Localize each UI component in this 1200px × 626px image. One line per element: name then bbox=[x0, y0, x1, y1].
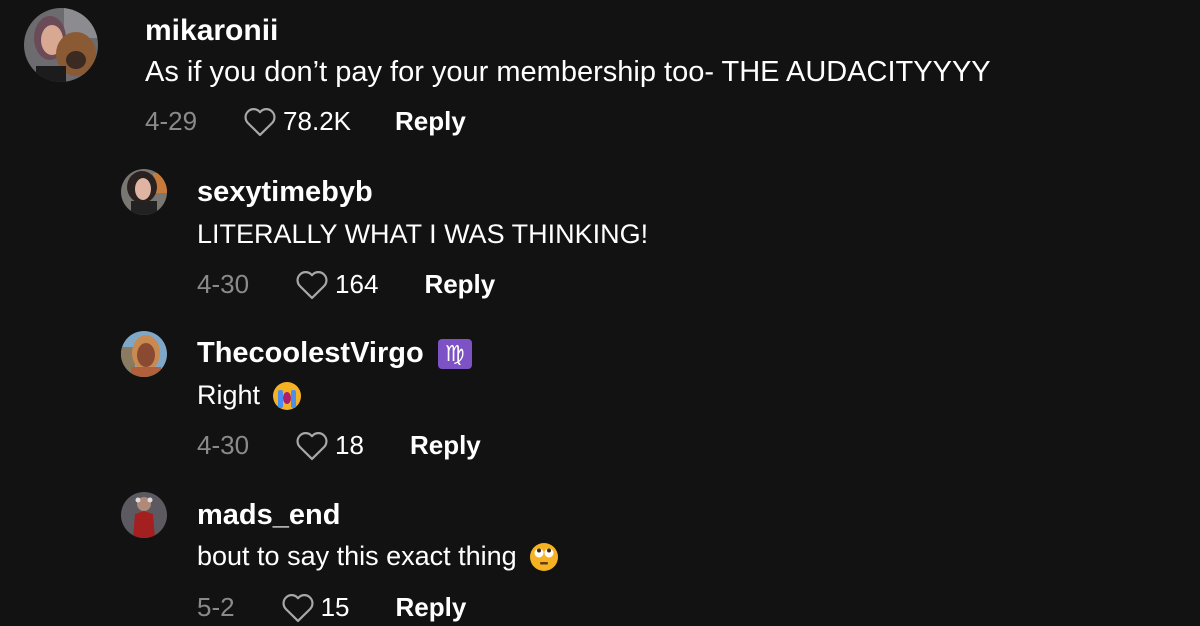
avatar[interactable] bbox=[121, 169, 167, 215]
username[interactable]: sexytimebyb bbox=[197, 176, 373, 209]
reply-button[interactable]: Reply bbox=[395, 106, 466, 137]
comment-meta: 4-29 78.2K Reply bbox=[145, 106, 466, 137]
comment-meta: 4-30 164 Reply bbox=[197, 269, 495, 300]
comment-meta: 5-2 15 Reply bbox=[197, 592, 466, 623]
comment-text-content: bout to say this exact thing bbox=[197, 541, 517, 571]
like-button[interactable]: 164 bbox=[295, 269, 424, 300]
virgo-zodiac-icon: ♍ bbox=[437, 338, 472, 369]
reply-button[interactable]: Reply bbox=[424, 269, 495, 300]
avatar-woman-selfie-icon bbox=[121, 331, 167, 377]
comment-text: bout to say this exact thing bbox=[197, 541, 559, 572]
comment-text-content: Right bbox=[197, 380, 261, 410]
like-count: 18 bbox=[335, 430, 364, 460]
like-button[interactable]: 18 bbox=[295, 430, 410, 461]
avatar[interactable] bbox=[121, 492, 167, 538]
reply-button[interactable]: Reply bbox=[410, 430, 481, 461]
username-text: ThecoolestVirgo bbox=[197, 337, 424, 369]
avatar-figure-red-jacket-icon bbox=[121, 492, 167, 538]
comment-date: 4-29 bbox=[145, 106, 198, 136]
like-button[interactable]: 15 bbox=[281, 592, 396, 623]
comment-text: As if you don’t pay for your membership … bbox=[145, 56, 991, 88]
heart-icon bbox=[296, 431, 328, 460]
like-count: 15 bbox=[320, 592, 350, 622]
loudly-crying-face-icon bbox=[273, 381, 302, 410]
comment-date: 4-30 bbox=[197, 269, 250, 299]
comment-text: LITERALLY WHAT I WAS THINKING! bbox=[197, 219, 649, 249]
heart-icon bbox=[296, 270, 328, 299]
username[interactable]: mads_end bbox=[197, 499, 340, 532]
comment-meta: 4-30 18 Reply bbox=[197, 430, 481, 461]
like-count: 164 bbox=[335, 269, 379, 299]
avatar-woman-with-dog-icon bbox=[24, 8, 98, 82]
like-count: 78.2K bbox=[283, 106, 351, 136]
comment-text: Right bbox=[197, 380, 302, 411]
like-button[interactable]: 78.2K bbox=[243, 106, 395, 137]
avatar[interactable] bbox=[24, 8, 98, 82]
avatar[interactable] bbox=[121, 331, 167, 377]
comment-date: 5-2 bbox=[197, 592, 235, 622]
face-with-rolling-eyes-icon bbox=[529, 542, 558, 571]
username[interactable]: ThecoolestVirgo ♍ bbox=[197, 337, 472, 370]
comment-date: 4-30 bbox=[197, 430, 250, 460]
heart-icon bbox=[244, 107, 276, 136]
avatar-woman-icon bbox=[121, 169, 167, 215]
reply-button[interactable]: Reply bbox=[396, 592, 467, 623]
heart-icon bbox=[282, 593, 314, 622]
username[interactable]: mikaronii bbox=[145, 14, 278, 48]
